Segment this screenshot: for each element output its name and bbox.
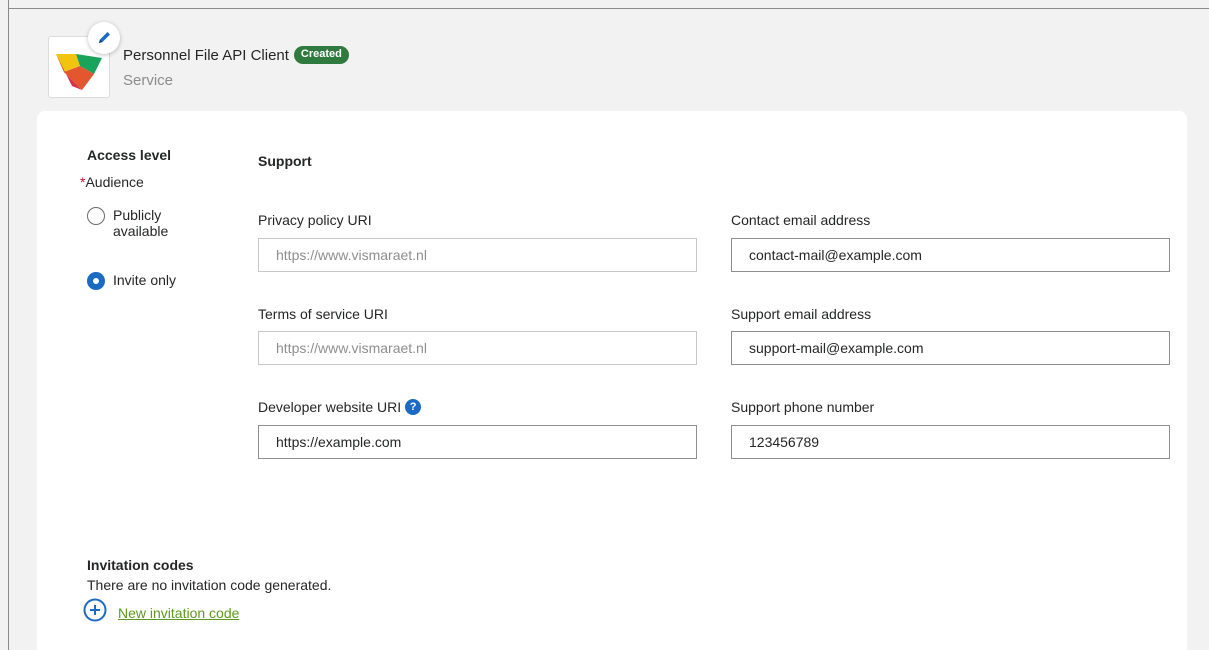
support-email-input[interactable] (731, 331, 1170, 365)
radio-circle-selected[interactable] (87, 272, 105, 290)
support-heading: Support (258, 153, 312, 169)
radio-invite-only[interactable]: Invite only (87, 272, 176, 290)
radio-label: Publicly available (113, 207, 168, 239)
radio-circle[interactable] (87, 207, 105, 225)
contact-email-input[interactable] (731, 238, 1170, 272)
terms-of-service-label: Terms of service URI (258, 306, 388, 322)
status-badge: Created (293, 46, 349, 64)
edit-logo-button[interactable] (88, 22, 120, 54)
radio-label: Invite only (113, 272, 177, 288)
plus-circle-icon[interactable] (83, 598, 107, 622)
invitation-codes-empty-text: There are no invitation code generated. (87, 577, 332, 593)
left-border (8, 0, 9, 650)
privacy-policy-input[interactable] (258, 238, 697, 272)
app-title: Personnel File API Client (123, 46, 289, 64)
support-phone-input[interactable] (731, 425, 1170, 459)
invitation-codes-heading: Invitation codes (87, 557, 194, 573)
support-phone-label: Support phone number (731, 399, 875, 415)
audience-label: *Audience (80, 174, 144, 190)
visma-logo-icon (56, 54, 102, 90)
developer-website-input[interactable] (258, 425, 697, 459)
privacy-policy-label: Privacy policy URI (258, 212, 372, 228)
top-border (8, 8, 1209, 9)
developer-website-label: Developer website URI? (258, 399, 422, 415)
radio-publicly-available[interactable]: Publicly available (87, 207, 168, 239)
developer-website-label-text: Developer website URI (258, 399, 402, 415)
audience-label-text: Audience (85, 174, 144, 190)
contact-email-label: Contact email address (731, 212, 871, 228)
radio-label-line: available (113, 223, 169, 239)
new-invitation-code-link[interactable]: New invitation code (118, 605, 239, 621)
app-type: Service (123, 72, 174, 89)
radio-label-line: Publicly (113, 207, 162, 223)
access-level-heading: Access level (87, 147, 172, 163)
new-invitation-code-button[interactable]: New invitation code (83, 598, 239, 622)
support-email-label: Support email address (731, 306, 872, 322)
pencil-icon (99, 32, 110, 43)
question-icon[interactable]: ? (405, 399, 422, 415)
settings-card: Access level *Audience Publicly availabl… (37, 111, 1187, 650)
terms-of-service-input[interactable] (258, 331, 697, 365)
